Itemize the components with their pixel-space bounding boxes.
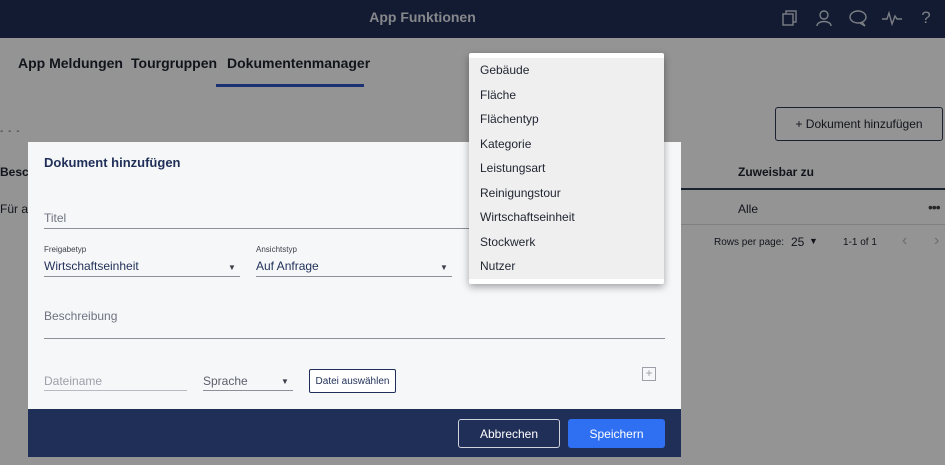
menu-item-flaeche[interactable]: Fläche [469, 83, 664, 108]
title-input[interactable]: Titel [44, 211, 66, 225]
menu-item-kategorie[interactable]: Kategorie [469, 132, 664, 157]
choose-file-button[interactable]: Datei auswählen [309, 369, 396, 393]
chevron-down-icon[interactable]: ▼ [228, 263, 236, 272]
dialog-title: Dokument hinzufügen [44, 155, 181, 170]
menu-item-nutzer[interactable]: Nutzer [469, 254, 664, 279]
filename-input[interactable]: Dateiname [44, 374, 102, 388]
menu-item-leistungsart[interactable]: Leistungsart [469, 156, 664, 181]
chevron-down-icon[interactable]: ▼ [281, 377, 289, 386]
freigabetyp-dropdown-menu: Gebäude Fläche Flächentyp Kategorie Leis… [469, 53, 664, 284]
title-input-underline [44, 228, 469, 229]
language-underline [203, 390, 293, 391]
ansichtstyp-select[interactable]: Auf Anfrage [256, 259, 319, 273]
menu-item-wirtschaftseinheit[interactable]: Wirtschaftseinheit [469, 205, 664, 230]
freigabetyp-label: Freigabetyp [44, 245, 87, 254]
menu-item-gebaeude[interactable]: Gebäude [469, 58, 664, 83]
freigabetyp-select[interactable]: Wirtschaftseinheit [44, 259, 139, 273]
description-input[interactable]: Beschreibung [44, 309, 117, 323]
dialog-footer: Abbrechen Speichern [28, 409, 681, 457]
ansichtstyp-underline [256, 276, 452, 277]
cancel-button[interactable]: Abbrechen [458, 419, 560, 448]
menu-item-reinigungstour[interactable]: Reinigungstour [469, 181, 664, 206]
language-select[interactable]: Sprache [203, 374, 248, 388]
freigabetyp-underline [44, 276, 240, 277]
save-button[interactable]: Speichern [568, 419, 665, 448]
ansichtstyp-label: Ansichtstyp [256, 245, 297, 254]
menu-item-flaechentyp[interactable]: Flächentyp [469, 107, 664, 132]
description-underline [44, 338, 665, 339]
chevron-down-icon[interactable]: ▼ [440, 263, 448, 272]
filename-underline [44, 390, 187, 391]
plus-icon[interactable]: + [642, 367, 656, 381]
menu-item-stockwerk[interactable]: Stockwerk [469, 230, 664, 255]
